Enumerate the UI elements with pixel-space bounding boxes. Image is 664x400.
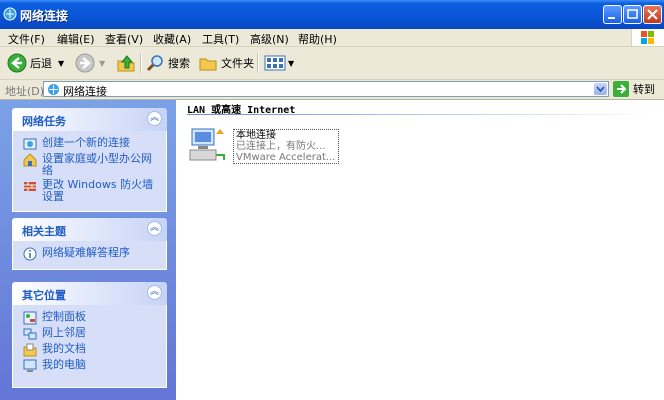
task-label: 创建一个新的连接 bbox=[42, 136, 130, 149]
address-value: 网络连接 bbox=[63, 85, 107, 98]
task-firewall-settings[interactable]: 更改 Windows 防火墙设置 bbox=[23, 179, 160, 203]
lan-connection-icon bbox=[189, 128, 225, 161]
collapse-chevron-icon[interactable]: ︽ bbox=[147, 221, 162, 236]
close-button[interactable] bbox=[643, 5, 662, 24]
back-arrow-icon bbox=[7, 53, 27, 73]
place-my-documents[interactable]: 我的文档 bbox=[23, 343, 160, 357]
connection-status: 已连接上，有防火... bbox=[236, 141, 326, 152]
go-arrow-icon bbox=[613, 81, 629, 97]
place-network-places[interactable]: 网上邻居 bbox=[23, 327, 160, 341]
control-panel-icon bbox=[23, 311, 37, 325]
back-dropdown-icon[interactable]: ▼ bbox=[58, 59, 64, 68]
forward-dropdown-icon[interactable]: ▼ bbox=[99, 59, 105, 68]
chevron-down-icon bbox=[596, 86, 605, 93]
connection-name: 本地连接 bbox=[236, 130, 276, 141]
local-connection-item[interactable]: 本地连接 已连接上，有防火... VMware Accelerat... bbox=[188, 127, 339, 166]
minimize-button[interactable] bbox=[603, 5, 622, 24]
group-divider bbox=[187, 114, 657, 115]
network-tasks-header[interactable]: 网络任务 ︽ bbox=[12, 108, 167, 131]
up-folder-icon bbox=[117, 55, 135, 72]
place-label: 我的电脑 bbox=[42, 358, 86, 371]
menu-help[interactable]: 帮助(H) bbox=[298, 31, 337, 47]
network-tasks-panel: 网络任务 ︽ 创建一个新的连接 设置家庭或小型办公网络 更改 Windows 防… bbox=[12, 108, 167, 212]
place-label: 我的文档 bbox=[42, 342, 86, 355]
address-input[interactable]: 网络连接 bbox=[43, 81, 609, 98]
collapse-chevron-icon[interactable]: ︽ bbox=[147, 285, 162, 300]
firewall-icon bbox=[24, 182, 36, 191]
task-network-troubleshooter[interactable]: 网络疑难解答程序 bbox=[23, 247, 160, 261]
address-bar: 地址(D) 网络连接 转到 bbox=[0, 80, 664, 100]
place-label: 控制面板 bbox=[42, 310, 86, 323]
task-label: 设置家庭或小型办公网络 bbox=[42, 152, 152, 177]
address-dropdown-button[interactable] bbox=[594, 83, 607, 95]
place-label: 网上邻居 bbox=[42, 326, 86, 339]
maximize-icon bbox=[627, 9, 638, 19]
title-bar[interactable]: 网络连接 bbox=[0, 0, 664, 29]
forward-button[interactable]: ▼ bbox=[75, 51, 105, 75]
new-connection-icon bbox=[23, 138, 37, 150]
task-home-network[interactable]: 设置家庭或小型办公网络 bbox=[23, 153, 160, 177]
forward-arrow-icon bbox=[75, 53, 95, 73]
window-title: 网络连接 bbox=[20, 9, 69, 23]
home-network-icon bbox=[23, 153, 37, 167]
collapse-chevron-icon[interactable]: ︽ bbox=[147, 111, 162, 126]
views-dropdown-icon[interactable]: ▼ bbox=[288, 59, 294, 68]
task-label: 网络疑难解答程序 bbox=[42, 246, 130, 259]
menu-bar: 文件(F) 编辑(E) 查看(V) 收藏(A) 工具(T) 高级(N) 帮助(H… bbox=[0, 29, 664, 47]
folders-button[interactable]: 文件夹 bbox=[198, 51, 254, 75]
other-places-header[interactable]: 其它位置 ︽ bbox=[12, 282, 167, 305]
content-area: LAN 或高速 Internet 本地连接 已连接上，有防火... VMware… bbox=[176, 100, 664, 400]
windows-logo bbox=[631, 29, 664, 46]
menu-favorites[interactable]: 收藏(A) bbox=[153, 31, 191, 47]
folder-icon bbox=[199, 58, 217, 71]
windows-flag-icon bbox=[641, 31, 654, 44]
menu-file[interactable]: 文件(F) bbox=[8, 31, 45, 47]
address-label: 地址(D) bbox=[5, 85, 45, 98]
search-label: 搜索 bbox=[168, 57, 190, 70]
panel-title: 网络任务 bbox=[22, 115, 66, 128]
minimize-icon bbox=[608, 17, 615, 19]
my-documents-icon bbox=[23, 343, 37, 357]
up-folder-button[interactable] bbox=[116, 51, 136, 75]
menu-advanced[interactable]: 高级(N) bbox=[250, 31, 289, 47]
other-places-panel: 其它位置 ︽ 控制面板 网上邻居 我的文档 我的电脑 bbox=[12, 282, 167, 388]
views-button[interactable]: ▼ bbox=[264, 51, 294, 75]
task-label: 更改 Windows 防火墙设置 bbox=[42, 178, 154, 203]
network-icon bbox=[48, 84, 59, 95]
menu-tools[interactable]: 工具(T) bbox=[202, 31, 239, 47]
menu-view[interactable]: 查看(V) bbox=[105, 31, 143, 47]
back-label: 后退 bbox=[30, 57, 52, 70]
network-places-icon bbox=[23, 328, 37, 340]
maximize-button[interactable] bbox=[623, 5, 642, 24]
toolbar: 后退 ▼ ▼ 搜索 文件夹 ▼ bbox=[0, 47, 664, 80]
menu-edit[interactable]: 编辑(E) bbox=[57, 31, 95, 47]
close-icon bbox=[647, 9, 658, 20]
connection-label-box: 本地连接 已连接上，有防火... VMware Accelerat... bbox=[233, 129, 339, 164]
task-pane: 网络任务 ︽ 创建一个新的连接 设置家庭或小型办公网络 更改 Windows 防… bbox=[0, 100, 176, 400]
connection-device: VMware Accelerat... bbox=[236, 152, 336, 163]
views-grid-icon bbox=[264, 55, 286, 71]
panel-title: 相关主题 bbox=[22, 225, 66, 238]
task-create-connection[interactable]: 创建一个新的连接 bbox=[23, 137, 160, 151]
go-button[interactable]: 转到 bbox=[613, 81, 655, 97]
search-icon bbox=[146, 55, 163, 72]
back-button[interactable]: 后退 ▼ bbox=[7, 51, 64, 75]
related-topics-panel: 相关主题 ︽ 网络疑难解答程序 bbox=[12, 218, 167, 270]
panel-title: 其它位置 bbox=[22, 289, 66, 302]
place-control-panel[interactable]: 控制面板 bbox=[23, 311, 160, 325]
network-icon bbox=[3, 7, 17, 21]
search-button[interactable]: 搜索 bbox=[145, 51, 190, 75]
info-icon bbox=[23, 247, 37, 261]
my-computer-icon bbox=[23, 359, 37, 372]
folders-label: 文件夹 bbox=[221, 57, 254, 70]
related-topics-header[interactable]: 相关主题 ︽ bbox=[12, 218, 167, 241]
place-my-computer[interactable]: 我的电脑 bbox=[23, 359, 160, 373]
go-label: 转到 bbox=[633, 83, 655, 96]
